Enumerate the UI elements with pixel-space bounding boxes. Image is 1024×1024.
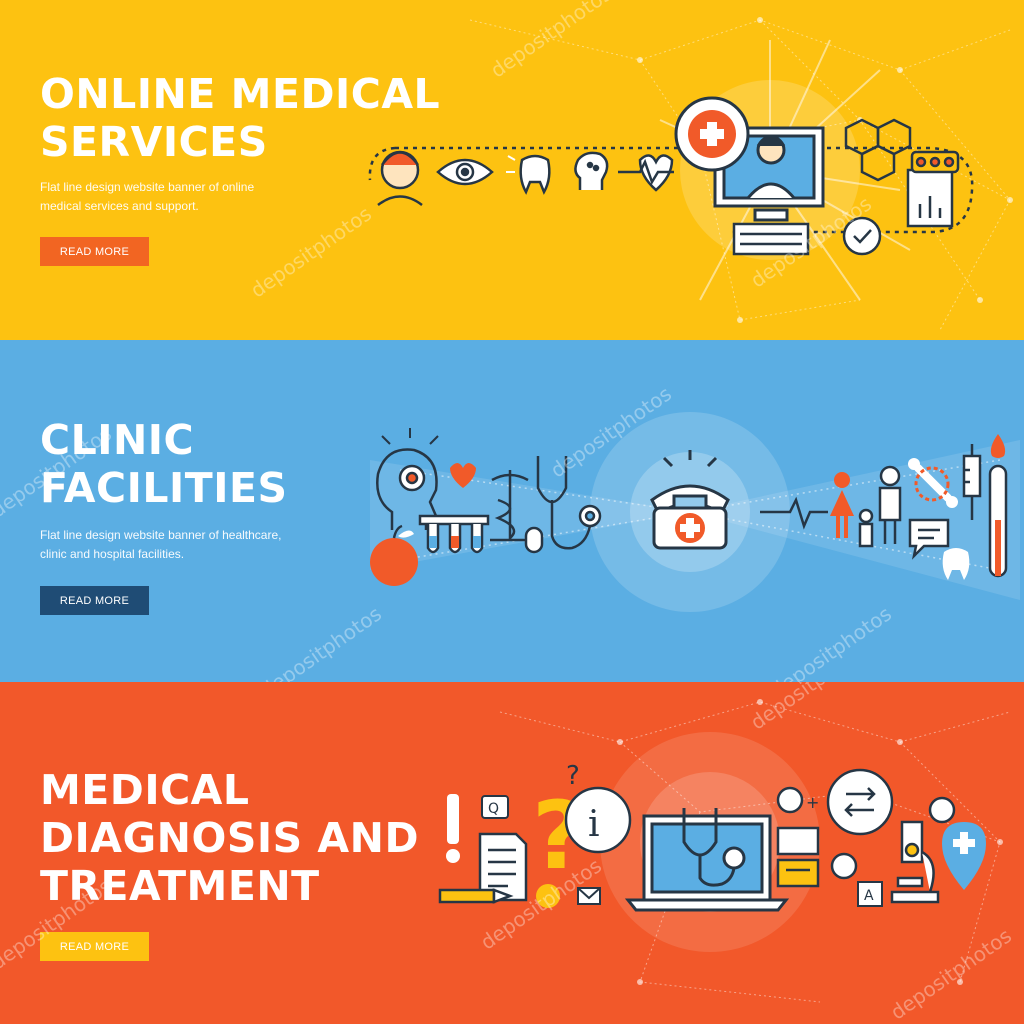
banner2-description: Flat line design website banner of healt… [40,526,281,564]
apple-icon [370,524,418,586]
banner1-title: ONLINE MEDICAL SERVICES [40,70,440,166]
banner-clinic-facilities: CLINIC FACILITIES Flat line design websi… [0,340,1024,682]
watermark-text: depositphotos [885,923,1016,1024]
thermometer-icon [988,434,1008,578]
family-icon [858,465,902,548]
banner2-title-line: FACILITIES [40,464,288,512]
watermark-text: depositphotos [245,201,376,303]
watermark-text: depositphotos [545,381,676,483]
molecule-icon [844,118,912,182]
medical-cross-icon [674,96,750,172]
exclamation-icon [446,794,460,863]
banner1-read-more-button[interactable]: READ MORE [40,237,149,266]
pencil-icon [438,888,514,904]
banner2-description-line: clinic and hospital facilities. [40,547,185,561]
microscope-icon [890,820,940,904]
svg-text:+: + [806,793,819,812]
watermark-text: depositphotos [745,682,876,735]
svg-text:?: ? [566,761,580,791]
watermark-text: depositphotos [485,0,616,83]
woman-icon [830,472,854,538]
svg-text:A: A [864,888,874,904]
user-add-icon: + [776,786,819,814]
bone-icon [908,458,958,508]
info-bubble-icon: i [564,786,632,854]
heart-icon [450,463,476,488]
watermark-text: depositphotos [745,191,876,293]
banner-online-medical-services: ONLINE MEDICAL SERVICES Flat line design… [0,0,1024,340]
test-tubes-icon [418,514,490,554]
banner1-description-line: medical services and support. [40,199,199,213]
transfer-arrows-icon [826,768,894,836]
document-icon [478,832,528,902]
banner1-title-line: SERVICES [40,118,268,166]
speech-bubble-icon [908,518,950,560]
banner-medical-diagnosis: ? ? Q i + A MEDICAL DIAGNOSIS AND TREATM… [0,682,1024,1024]
brain-head-icon [574,151,609,190]
banner2-read-more-button[interactable]: READ MORE [40,586,149,615]
banner3-title-line: DIAGNOSIS AND [40,814,420,862]
heartbeat-icon [618,154,674,192]
banner3-title-line: MEDICAL [40,766,250,814]
banner2-description-line: Flat line design website banner of healt… [40,528,282,542]
eye-icon [436,158,494,186]
tooth-icon [942,548,970,580]
svg-text:Q: Q [488,801,499,817]
tooth-icon [519,154,551,195]
caduceus-icon [490,470,530,542]
emergency-phone-icon [650,450,730,550]
watermark-text: depositphotos [255,601,386,682]
watermark-text: depositphotos [475,853,606,955]
banner1-description-line: Flat line design website banner of onlin… [40,180,255,194]
chat-icon [776,826,858,888]
banner3-read-more-button[interactable]: READ MORE [40,932,149,961]
svg-text:i: i [588,804,600,845]
watermark-text: depositphotos [765,601,896,682]
banner1-description: Flat line design website banner of onlin… [40,178,254,216]
doctor-monitor-icon [713,126,825,222]
syringe-icon [962,444,982,520]
head-brain-icon [376,448,438,530]
banner1-title-line: ONLINE MEDICAL [40,70,441,118]
pulse-icon [760,496,828,530]
laptop-stethoscope-icon [624,808,790,912]
pill-box-icon [906,150,960,228]
location-pin-icon [942,822,986,890]
